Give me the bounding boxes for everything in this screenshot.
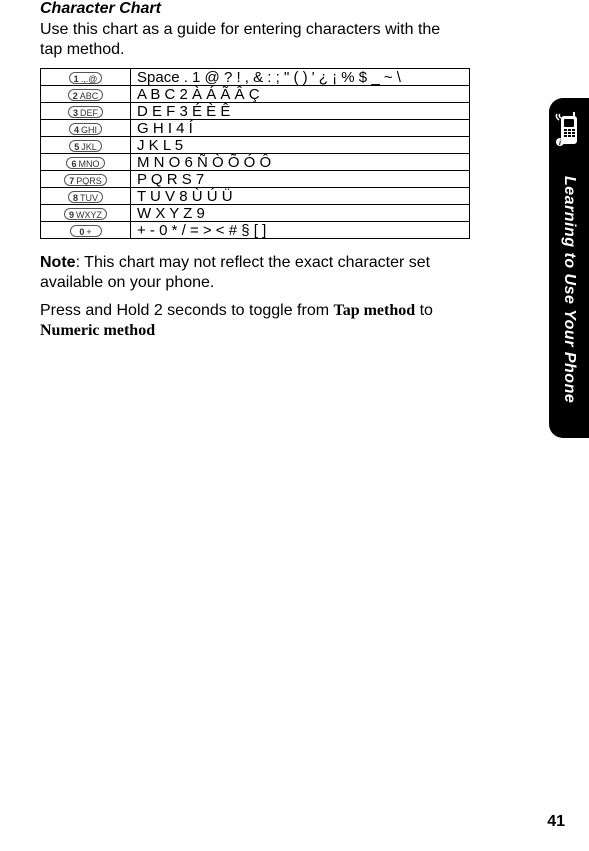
table-row: 3DEF D E F 3 É È Ê xyxy=(41,103,470,120)
hold-pre: Press and Hold 2 seconds to toggle from xyxy=(40,302,334,319)
side-tab-label: Learning to Use Your Phone xyxy=(549,150,589,430)
key-letters: GHI xyxy=(81,125,97,135)
key-cell: 3DEF xyxy=(41,103,131,120)
numeric-method-label: Numeric method xyxy=(40,322,155,339)
chars-cell: Space . 1 @ ? ! , & : ; " ( ) ' ¿ ¡ % $ … xyxy=(131,69,470,86)
note-text: : This chart may not reflect the exact c… xyxy=(40,254,430,291)
key-digit: 2 xyxy=(73,91,78,101)
keypad-key-icon: 7PQRS xyxy=(64,174,107,186)
key-letters: + xyxy=(86,227,91,237)
phone-icon: i xyxy=(555,112,583,153)
chars-cell: + - 0 * / = > < # § [ ] xyxy=(131,222,470,239)
key-letters: .,.@ xyxy=(81,74,98,84)
page-number: 41 xyxy=(547,813,565,831)
chars-cell: P Q R S 7 xyxy=(131,171,470,188)
table-row: 8TUV T U V 8 Ù Ú Ü xyxy=(41,188,470,205)
key-digit: 3 xyxy=(73,108,78,118)
key-digit: 4 xyxy=(74,125,79,135)
key-cell: 4GHI xyxy=(41,120,131,137)
key-digit: 5 xyxy=(74,142,79,152)
key-letters: WXYZ xyxy=(76,210,102,220)
note-label: Note xyxy=(40,254,76,271)
key-digit: 7 xyxy=(69,176,74,186)
table-row: 2ABC A B C 2 À Á Ã Â Ç xyxy=(41,86,470,103)
key-letters: ABC xyxy=(80,91,99,101)
key-digit: 1 xyxy=(74,74,79,84)
keypad-key-icon: 2ABC xyxy=(68,89,104,101)
table-row: 6MNO M N O 6 Ñ Ò Õ Ó Ô xyxy=(41,154,470,171)
key-digit: 6 xyxy=(71,159,76,169)
keypad-key-icon: 4GHI xyxy=(69,123,102,135)
keypad-key-icon: 8TUV xyxy=(68,191,103,203)
table-row: 1.,.@ Space . 1 @ ? ! , & : ; " ( ) ' ¿ ¡… xyxy=(41,69,470,86)
table-row: 0+ + - 0 * / = > < # § [ ] xyxy=(41,222,470,239)
chars-cell: D E F 3 É È Ê xyxy=(131,103,470,120)
intro-text: Use this chart as a guide for entering c… xyxy=(40,20,460,60)
tap-method-label: Tap method xyxy=(334,302,416,319)
hold-mid: to xyxy=(415,302,433,319)
key-cell: 1.,.@ xyxy=(41,69,131,86)
keypad-key-icon: 3DEF xyxy=(68,106,103,118)
chars-cell: M N O 6 Ñ Ò Õ Ó Ô xyxy=(131,154,470,171)
key-cell: 0+ xyxy=(41,222,131,239)
key-letters: TUV xyxy=(80,193,98,203)
chars-cell: G H I 4 Í xyxy=(131,120,470,137)
hold-instruction: Press and Hold 2 seconds to toggle from … xyxy=(40,301,460,341)
chars-cell: A B C 2 À Á Ã Â Ç xyxy=(131,86,470,103)
key-letters: PQRS xyxy=(76,176,102,186)
keypad-key-icon: 1.,.@ xyxy=(69,72,103,84)
key-digit: 8 xyxy=(73,193,78,203)
key-cell: 5JKL xyxy=(41,137,131,154)
key-cell: 2ABC xyxy=(41,86,131,103)
key-cell: 8TUV xyxy=(41,188,131,205)
keypad-key-icon: 9WXYZ xyxy=(64,208,107,220)
key-cell: 7PQRS xyxy=(41,171,131,188)
key-cell: 6MNO xyxy=(41,154,131,171)
chars-cell: W X Y Z 9 xyxy=(131,205,470,222)
table-row: 9WXYZ W X Y Z 9 xyxy=(41,205,470,222)
key-letters: DEF xyxy=(80,108,98,118)
table-row: 7PQRS P Q R S 7 xyxy=(41,171,470,188)
keypad-key-icon: 5JKL xyxy=(69,140,102,152)
table-row: 4GHI G H I 4 Í xyxy=(41,120,470,137)
section-heading: Character Chart xyxy=(40,0,460,18)
side-tab: i Learning to Use Your Phone xyxy=(549,98,589,438)
key-letters: JKL xyxy=(81,142,97,152)
key-cell: 9WXYZ xyxy=(41,205,131,222)
table-row: 5JKL J K L 5 xyxy=(41,137,470,154)
character-chart-table: 1.,.@ Space . 1 @ ? ! , & : ; " ( ) ' ¿ ¡… xyxy=(40,68,470,239)
note-paragraph: Note: This chart may not reflect the exa… xyxy=(40,253,460,293)
keypad-key-icon: 6MNO xyxy=(66,157,104,169)
keypad-key-icon: 0+ xyxy=(70,225,102,237)
key-digit: 0 xyxy=(79,227,84,237)
key-digit: 9 xyxy=(69,210,74,220)
key-letters: MNO xyxy=(79,159,100,169)
chars-cell: J K L 5 xyxy=(131,137,470,154)
chars-cell: T U V 8 Ù Ú Ü xyxy=(131,188,470,205)
